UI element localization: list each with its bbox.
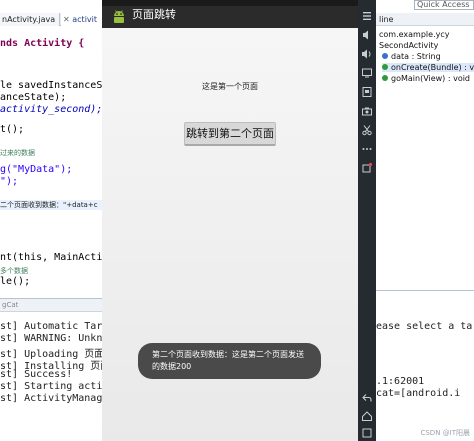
code-comment: 过来的数据: [0, 149, 35, 157]
cut-icon[interactable]: [361, 124, 373, 136]
activity-content: 这是第一个页面 跳转到第二个页面: [102, 28, 358, 441]
method-icon: [382, 75, 388, 81]
outline-method-label: onCreate(Bundle) : void: [391, 63, 474, 72]
code-comment: 多个数据: [0, 267, 28, 275]
rotate-icon[interactable]: [361, 162, 373, 174]
console-header: gCat: [0, 299, 102, 312]
editor-tab-label: activit: [72, 15, 98, 24]
console-line: st] Automatic Targe: [0, 321, 102, 332]
console-line: st] Success!: [0, 369, 73, 380]
code-line: nds Activity {: [0, 38, 85, 49]
editor-tab-activity-second[interactable]: ✕ activit: [61, 13, 102, 26]
menu-icon[interactable]: [361, 10, 373, 22]
editor-tab-bar: nActivity.java ✕ activit: [0, 13, 102, 26]
editor-tab-label: nActivity.java: [2, 15, 56, 24]
outline-method-gomain[interactable]: goMain(View) : void: [382, 74, 470, 83]
code-line: t();: [0, 124, 25, 135]
outline-header: line: [376, 13, 474, 26]
console-line: cat=[android.i: [376, 388, 461, 399]
more-icon[interactable]: [361, 143, 373, 155]
outline-method-oncreate[interactable]: onCreate(Bundle) : void: [382, 63, 474, 72]
recents-icon[interactable]: [361, 427, 373, 439]
code-line-highlighted: 二个页面收到数据："+data+c: [0, 200, 102, 210]
outline-field[interactable]: data : String: [382, 52, 441, 61]
quick-access-input[interactable]: Quick Access: [414, 0, 474, 10]
console-line: st] Starting activi: [0, 381, 102, 392]
outline-method-label: goMain(View) : void: [391, 74, 471, 83]
code-line: activity_second);: [0, 104, 102, 115]
editor-tab-main-activity[interactable]: nActivity.java: [0, 13, 60, 26]
screenshot-icon[interactable]: [361, 86, 373, 98]
outline-tab[interactable]: line: [376, 13, 393, 26]
code-line: le savedInstanceSt: [0, 80, 102, 91]
outline-field-label: data : String: [391, 52, 441, 61]
method-icon: [382, 64, 388, 70]
code-line: ");: [0, 176, 19, 187]
close-icon[interactable]: ✕: [63, 15, 70, 24]
field-icon: [382, 53, 388, 59]
volume-down-icon[interactable]: [361, 29, 373, 41]
console-line: ease select a targ: [376, 321, 474, 332]
outline-package[interactable]: com.example.ycy: [379, 30, 449, 39]
goto-second-page-button[interactable]: 跳转到第二个页面: [184, 122, 276, 146]
back-icon[interactable]: [361, 392, 373, 404]
android-app-icon: [114, 10, 124, 23]
outline-console: ease select a targ .1:62001 cat=[android…: [376, 290, 474, 441]
outline-panel[interactable]: Quick Access line com.example.ycy Second…: [376, 0, 474, 441]
code-line: le();: [0, 276, 31, 287]
console-line: st] ActivityManager: [0, 393, 102, 404]
camera-icon[interactable]: [361, 105, 373, 117]
app-title: 页面跳转: [132, 8, 176, 21]
screen-icon[interactable]: [361, 67, 373, 79]
home-icon[interactable]: [361, 410, 373, 422]
code-line: nt(this, MainActiv: [0, 252, 102, 263]
emulator-toolbar: [358, 0, 376, 441]
app-action-bar: 页面跳转: [102, 6, 358, 28]
volume-up-icon[interactable]: [361, 48, 373, 60]
page-label: 这是第一个页面: [202, 82, 258, 91]
console-line: st] WARNING: Unknow: [0, 333, 102, 344]
emulator-screen[interactable]: 页面跳转 这是第一个页面 跳转到第二个页面 第二个页面收到数据：这是第二个页面发…: [102, 0, 358, 441]
toast-message: 第二个页面收到数据：这是第二个页面发送的数据200: [138, 343, 321, 379]
code-line: anceState);: [0, 92, 67, 103]
watermark: CSDN @IT阳晨: [420, 429, 470, 437]
outline-class[interactable]: SecondActivity: [379, 41, 438, 50]
console-panel[interactable]: gCat st] Automatic Targe st] WARNING: Un…: [0, 298, 102, 441]
code-line: g("MyData");: [0, 164, 73, 175]
console-line: .1:62001: [376, 376, 425, 387]
